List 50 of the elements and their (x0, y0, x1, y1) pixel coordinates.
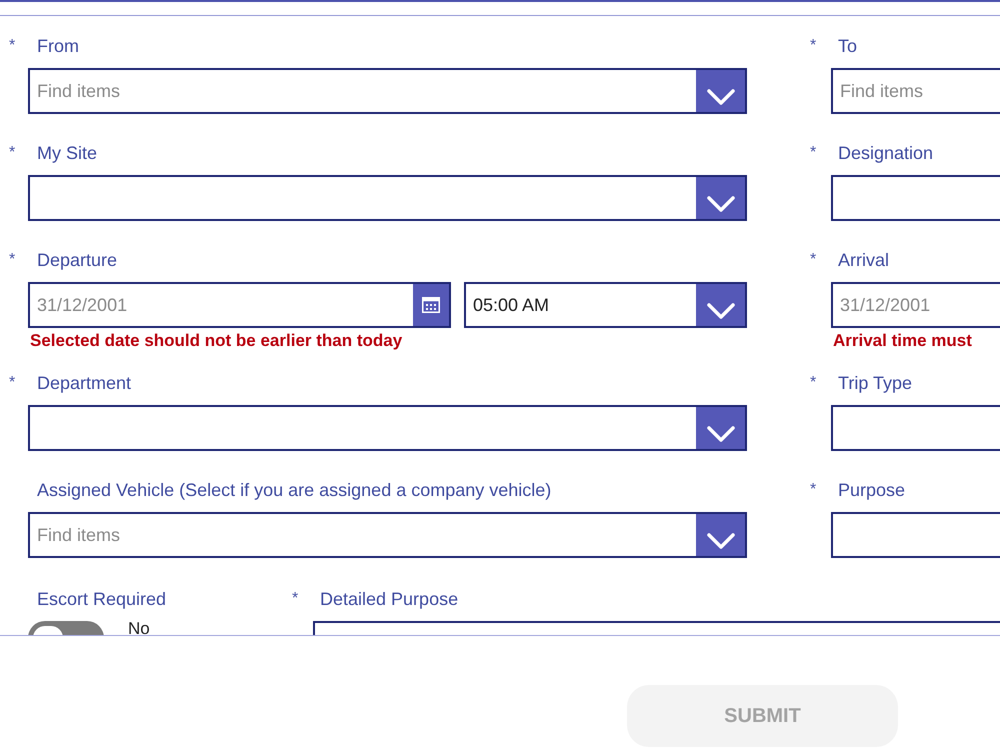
date-picker[interactable]: 31/12/2001 (28, 282, 451, 328)
dropdown-button[interactable] (696, 70, 745, 112)
required-mark: * (9, 143, 16, 163)
toggle-state-label: No (128, 621, 150, 635)
error-message: Selected date should not be earlier than today (30, 330, 402, 352)
field-label: Department (37, 372, 132, 394)
dropdown-button[interactable] (696, 284, 745, 326)
required-mark: * (810, 250, 816, 270)
combo-box[interactable] (28, 175, 747, 221)
input-field[interactable] (831, 512, 1000, 558)
dropdown-button[interactable] (696, 407, 745, 449)
input-field[interactable] (831, 405, 1000, 451)
chevron-icon (706, 426, 734, 442)
time-dropdown[interactable]: 05:00 AM (464, 282, 747, 328)
chevron-icon (706, 196, 734, 212)
combo-box[interactable]: Find items (28, 512, 747, 558)
chevron-icon (706, 303, 734, 319)
dropdown-button[interactable] (696, 514, 745, 556)
input-field[interactable] (831, 175, 1000, 221)
input-field[interactable]: 31/12/2001 (831, 282, 1000, 328)
input-field[interactable]: Find items (831, 68, 1000, 114)
field-label: From (37, 35, 79, 57)
required-mark: * (9, 250, 16, 270)
chevron-icon (706, 89, 734, 105)
field-label: My Site (37, 142, 98, 164)
required-mark: * (810, 36, 816, 56)
field-label: Arrival (838, 249, 890, 271)
field-label: Escort Required (37, 588, 166, 610)
required-mark: * (810, 143, 816, 163)
field-label: Purpose (838, 479, 906, 501)
calendar-icon (422, 297, 440, 313)
chevron-icon (706, 533, 734, 549)
field-label: Departure (37, 249, 118, 271)
dropdown-button[interactable] (696, 177, 745, 219)
field-label: Assigned Vehicle (Select if you are assigned a company vehicle) (37, 479, 552, 501)
required-mark: * (9, 373, 16, 393)
combo-box[interactable] (28, 405, 747, 451)
field-label: To (838, 35, 858, 57)
combo-box[interactable]: Find items (28, 68, 747, 114)
calendar-button[interactable] (413, 284, 449, 326)
toggle-switch[interactable] (28, 621, 104, 635)
field-label: Designation (838, 142, 934, 164)
required-mark: * (810, 373, 816, 393)
required-mark: * (292, 589, 298, 609)
error-message: Arrival time must (833, 330, 972, 352)
required-mark: * (9, 36, 16, 56)
required-mark: * (810, 480, 816, 500)
field-label: Detailed Purpose (320, 588, 458, 610)
field-label: Trip Type (838, 372, 912, 394)
text-area[interactable] (313, 621, 1000, 635)
